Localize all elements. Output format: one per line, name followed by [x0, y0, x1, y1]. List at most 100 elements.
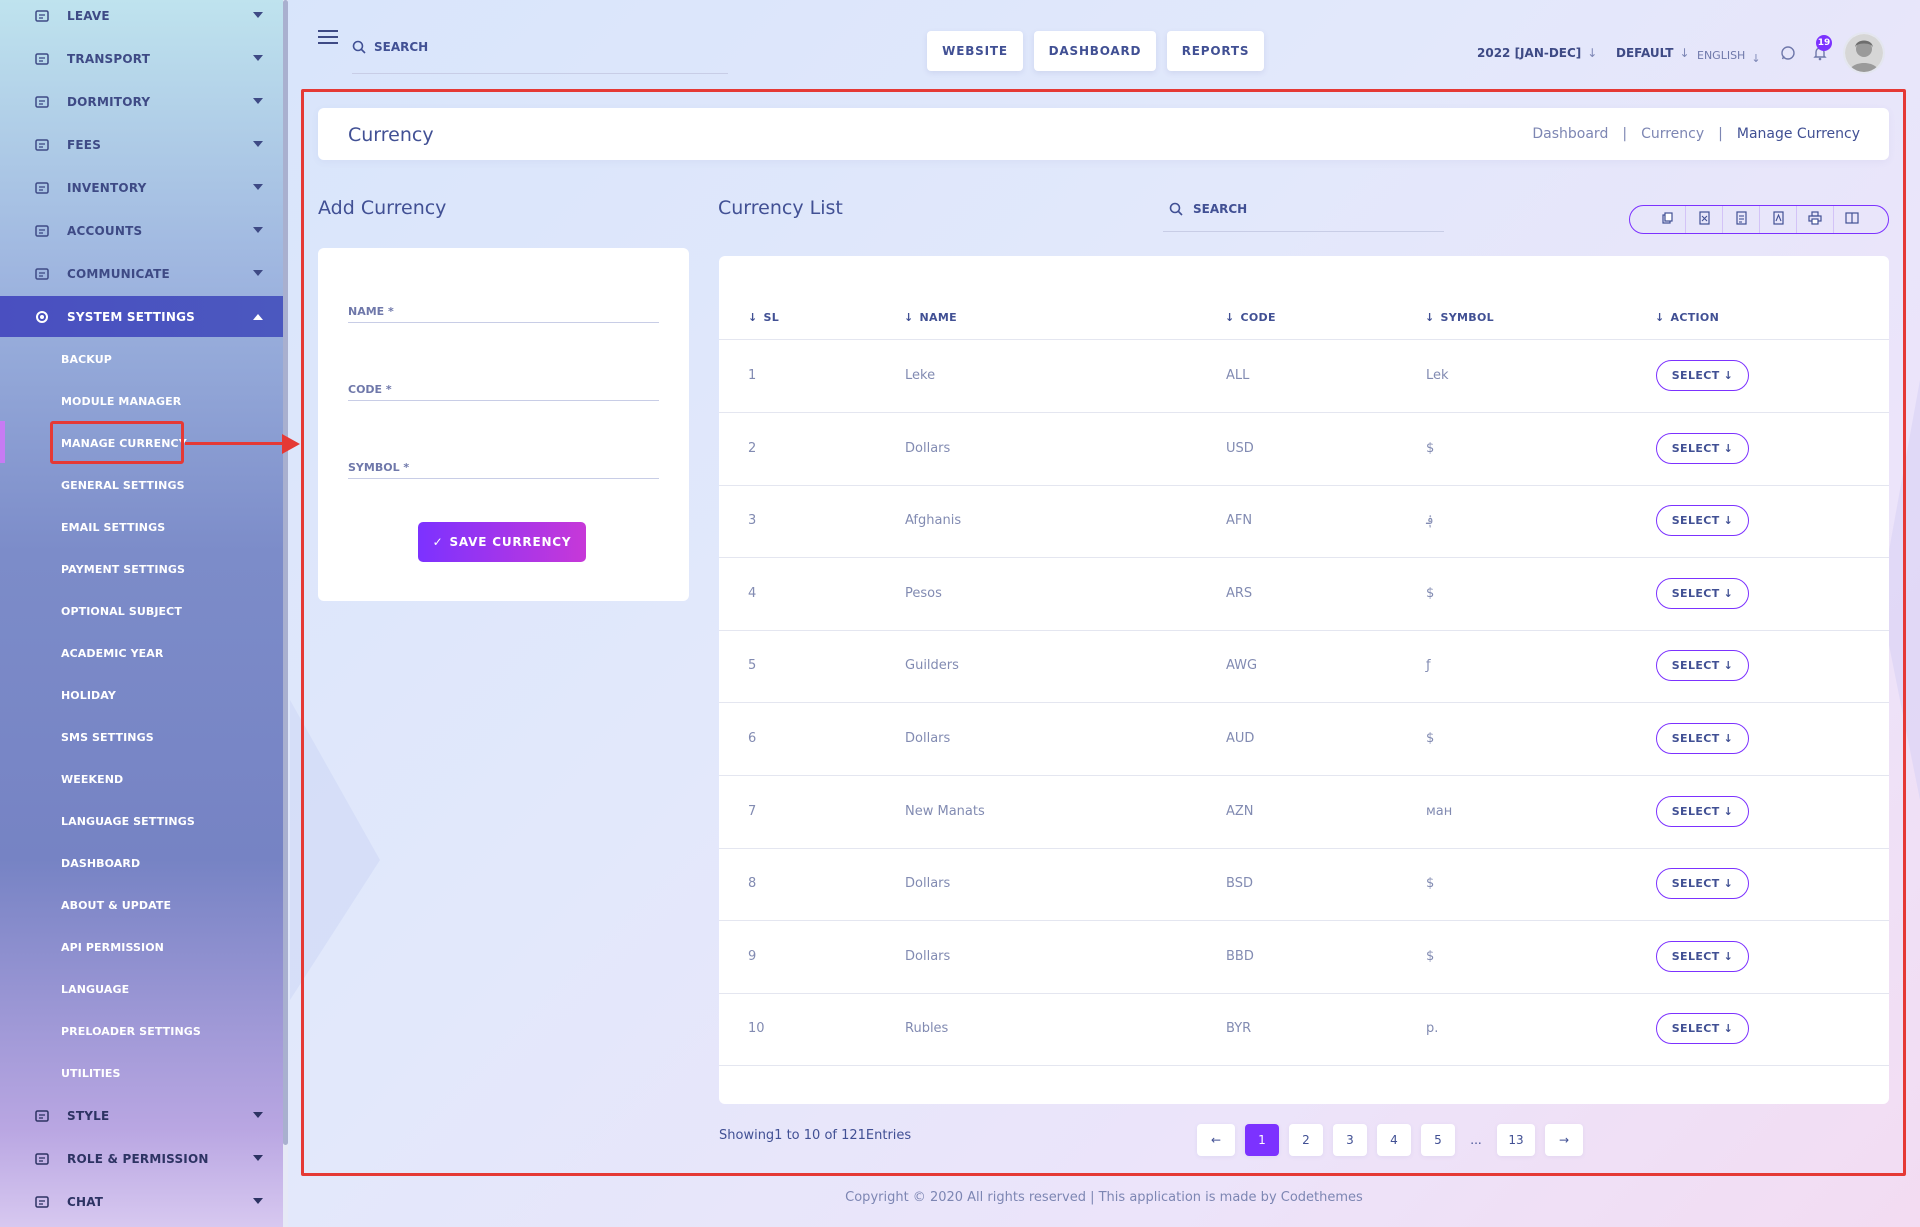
column-header-symbol[interactable]: ↓ SYMBOL	[1425, 311, 1494, 324]
pdf-export-button[interactable]	[1759, 206, 1796, 233]
sidebar-subitem-preloader-settings[interactable]: PRELOADER SETTINGS	[61, 1021, 201, 1041]
column-header-name[interactable]: ↓ NAME	[904, 311, 957, 324]
sidebar-scrollbar-thumb[interactable]	[283, 0, 288, 1145]
select-action-button[interactable]: SELECT ↓	[1656, 650, 1749, 682]
sidebar-subitem-general-settings[interactable]: GENERAL SETTINGS	[61, 475, 185, 495]
language-select[interactable]: ENGLISH ↓	[1697, 46, 1761, 65]
code-field[interactable]	[348, 371, 659, 401]
select-action-button[interactable]: SELECT ↓	[1656, 723, 1749, 754]
sidebar-item-system-settings[interactable]: SYSTEM SETTINGS	[0, 296, 283, 337]
page-button-4[interactable]: 4	[1377, 1124, 1411, 1156]
column-header-code[interactable]: ↓ CODE	[1225, 311, 1276, 324]
sidebar-item-transport[interactable]: TRANSPORT	[0, 37, 283, 80]
list-search-bar[interactable]	[1163, 195, 1444, 232]
sidebar-subitem-email-settings[interactable]: EMAIL SETTINGS	[61, 517, 165, 537]
sidebar-subitem-api-permission[interactable]: API PERMISSION	[61, 937, 164, 957]
sidebar-subitem-language-settings[interactable]: LANGUAGE SETTINGS	[61, 811, 195, 831]
dashboard-button[interactable]: DASHBOARD	[1034, 31, 1156, 71]
table-row: 4 Pesos ARS $ SELECT ↓	[719, 558, 1889, 631]
receipt-icon	[32, 135, 52, 155]
pagination-ellipsis: ...	[1465, 1124, 1487, 1156]
page-header: Currency Dashboard | Currency | Manage C…	[318, 108, 1889, 160]
page-button-1[interactable]: 1	[1245, 1124, 1279, 1156]
top-search-bar[interactable]	[352, 34, 728, 74]
code-input[interactable]	[348, 383, 659, 396]
theme-select[interactable]: DEFAULT ↓	[1616, 46, 1690, 60]
select-action-button[interactable]: SELECT ↓	[1656, 432, 1749, 464]
print-export-button[interactable]	[1796, 206, 1833, 233]
sidebar-item-inventory[interactable]: INVENTORY	[0, 166, 283, 209]
save-currency-button[interactable]: ✓ SAVE CURRENCY	[418, 522, 586, 562]
pagination: ← 1 2 3 4 5... 13 →	[1197, 1124, 1583, 1156]
menu-toggle-icon[interactable]	[318, 30, 338, 46]
page-button-3[interactable]: 3	[1333, 1124, 1367, 1156]
select-action-button[interactable]: SELECT ↓	[1656, 795, 1749, 827]
reports-button[interactable]: REPORTS	[1167, 31, 1264, 71]
sidebar-subitem-payment-settings[interactable]: PAYMENT SETTINGS	[61, 559, 185, 579]
columns-export-button[interactable]	[1833, 206, 1870, 233]
website-button[interactable]: WEBSITE	[927, 31, 1023, 71]
currency-list-title: Currency List	[718, 197, 843, 219]
column-header-action[interactable]: ↓ ACTION	[1655, 311, 1719, 324]
top-search-input[interactable]	[374, 40, 674, 54]
notification-count-badge: 19	[1816, 35, 1832, 51]
cell-symbol: $	[1426, 948, 1435, 964]
previous-page-button[interactable]: ←	[1197, 1124, 1235, 1156]
page-button-5[interactable]: 5	[1421, 1124, 1455, 1156]
chevron-down-icon	[253, 98, 263, 104]
sidebar-subitem-weekend[interactable]: WEEKEND	[61, 769, 123, 789]
breadcrumb-currency[interactable]: Currency	[1641, 126, 1704, 142]
select-action-button[interactable]: SELECT ↓	[1656, 505, 1749, 537]
sidebar-item-dormitory[interactable]: DORMITORY	[0, 80, 283, 123]
sidebar-subitem-language[interactable]: LANGUAGE	[61, 979, 129, 999]
excel-export-button[interactable]	[1685, 206, 1722, 233]
select-action-button[interactable]: SELECT ↓	[1656, 360, 1749, 391]
breadcrumb-dashboard[interactable]: Dashboard	[1532, 126, 1608, 142]
select-label: SELECT	[1671, 441, 1720, 455]
cell-code: AZN	[1226, 803, 1254, 819]
name-field[interactable]	[348, 293, 659, 323]
sidebar-item-role-permission[interactable]: ROLE & PERMISSION	[0, 1137, 283, 1180]
page-button-13[interactable]: 13	[1497, 1124, 1535, 1156]
sidebar-subitem-sms-settings[interactable]: SMS SETTINGS	[61, 727, 154, 747]
csv-export-button[interactable]	[1722, 206, 1759, 233]
arrow-down-icon: ↓	[1723, 804, 1734, 818]
sidebar-item-communicate[interactable]: COMMUNICATE	[0, 252, 283, 295]
sidebar-subitem-about-update[interactable]: ABOUT & UPDATE	[61, 895, 171, 915]
sidebar-subitem-module-manager[interactable]: MODULE MANAGER	[61, 391, 181, 411]
select-label: SELECT	[1671, 877, 1720, 891]
symbol-input[interactable]	[348, 461, 659, 474]
avatar[interactable]	[1843, 32, 1885, 74]
select-action-button[interactable]: SELECT ↓	[1656, 940, 1749, 972]
page-button-2[interactable]: 2	[1289, 1124, 1323, 1156]
symbol-field[interactable]	[348, 449, 659, 479]
sidebar-subitem-optional-subject[interactable]: OPTIONAL SUBJECT	[61, 601, 182, 621]
cell-name: Dollars	[905, 731, 951, 746]
sidebar-subitem-utilities[interactable]: UTILITIES	[61, 1063, 121, 1083]
select-action-button[interactable]: SELECT ↓	[1656, 1013, 1749, 1045]
sidebar-subitem-academic-year[interactable]: ACADEMIC YEAR	[61, 643, 163, 663]
copy-export-button[interactable]	[1648, 206, 1685, 233]
sidebar-subitem-holiday[interactable]: HOLIDAY	[61, 685, 116, 705]
sidebar-item-accounts[interactable]: ACCOUNTS	[0, 209, 283, 252]
sidebar-item-fees[interactable]: FEES	[0, 123, 283, 166]
academic-year-select[interactable]: 2022 [JAN-DEC] ↓	[1477, 46, 1597, 60]
breadcrumb-manage-currency[interactable]: Manage Currency	[1737, 126, 1860, 142]
arrow-down-icon: ↓	[1723, 949, 1734, 963]
name-input[interactable]	[348, 305, 659, 318]
sidebar-subitem-dashboard[interactable]: DASHBOARD	[61, 853, 140, 873]
arrow-down-icon: ↓	[1587, 46, 1598, 60]
whatsapp-icon[interactable]	[1778, 43, 1798, 63]
next-page-button[interactable]: →	[1545, 1124, 1583, 1156]
cell-code: AFN	[1226, 513, 1253, 529]
cell-symbol: $	[1426, 585, 1435, 601]
cell-name: Dollars	[905, 948, 951, 964]
sidebar-subitem-backup[interactable]: BACKUP	[61, 349, 112, 369]
sidebar-item-label: ACCOUNTS	[67, 223, 143, 238]
sidebar-item-leave[interactable]: LEAVE	[0, 0, 283, 37]
column-header-sl[interactable]: ↓ SL	[748, 311, 779, 324]
sidebar-item-style[interactable]: STYLE	[0, 1094, 283, 1137]
select-action-button[interactable]: SELECT ↓	[1656, 868, 1749, 900]
list-search-input[interactable]	[1193, 202, 1433, 216]
select-action-button[interactable]: SELECT ↓	[1656, 577, 1749, 609]
